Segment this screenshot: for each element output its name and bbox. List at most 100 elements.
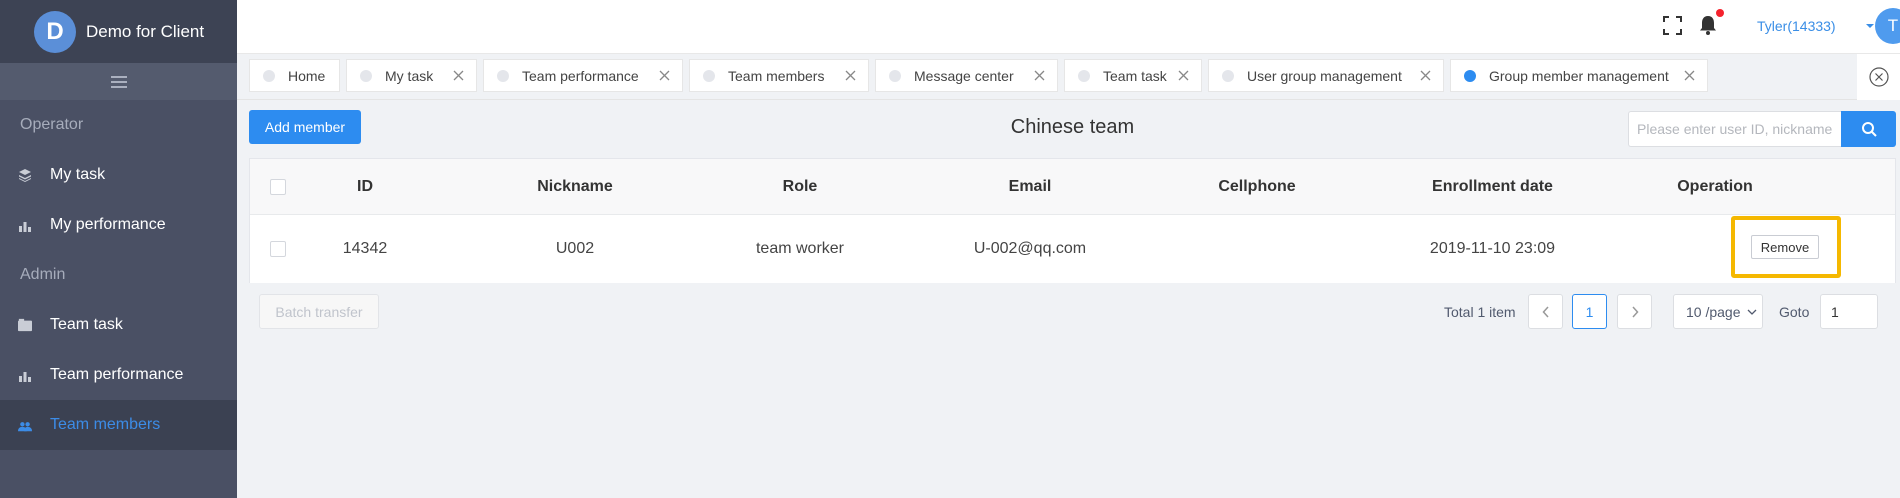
avatar[interactable]: T: [1875, 8, 1900, 44]
column-header: Role: [782, 177, 818, 195]
column-header: Enrollment date: [1432, 177, 1553, 195]
chevron-down-icon: [1747, 309, 1756, 315]
table-row: 14342 U002 team worker U-002@qq.com 2019…: [250, 215, 1895, 283]
page-number[interactable]: 1: [1572, 294, 1607, 329]
sidebar-item-label: Team performance: [50, 366, 184, 383]
column-header: Nickname: [537, 177, 613, 195]
tab-label: Team task: [1103, 67, 1167, 84]
sidebar-item-label: My performance: [50, 216, 166, 233]
layers-icon: [18, 168, 32, 182]
user-menu[interactable]: Tyler(14333): [1757, 18, 1836, 34]
chevron-down-icon[interactable]: [1866, 24, 1874, 28]
close-icon[interactable]: [1684, 70, 1695, 81]
sidebar-item-team-performance[interactable]: Team performance: [0, 350, 237, 400]
menu-toggle[interactable]: [0, 63, 237, 100]
tab-dot: [1464, 69, 1476, 82]
tab-label: Team members: [728, 67, 825, 84]
tab-group-member-management[interactable]: Group member management: [1450, 59, 1708, 92]
section-label-operator: Operator: [20, 116, 84, 133]
sidebar-item-my-task[interactable]: My task: [0, 150, 237, 200]
bar-chart-icon: [18, 368, 32, 382]
cell-nickname: U002: [555, 240, 595, 257]
tab-dot: [1078, 69, 1090, 82]
next-page-button[interactable]: [1617, 294, 1652, 329]
page-size-select[interactable]: 10 /page: [1673, 294, 1763, 329]
tab-home[interactable]: Home: [249, 59, 340, 92]
tabs-bar: Home My task Team performance Team membe…: [237, 54, 1900, 100]
sidebar-item-team-members[interactable]: Team members: [0, 400, 237, 450]
tab-label: Group member management: [1489, 67, 1669, 84]
search-icon: [1861, 122, 1877, 137]
column-header: Cellphone: [1218, 177, 1296, 195]
column-header: Operation: [1677, 177, 1753, 195]
tab-user-group-management[interactable]: User group management: [1208, 59, 1444, 92]
total-count: Total 1 item: [1444, 304, 1516, 320]
tab-message-center[interactable]: Message center: [875, 59, 1058, 92]
cell-cellphone: [1177, 215, 1337, 283]
column-header: ID: [357, 177, 373, 195]
prev-page-button[interactable]: [1528, 294, 1563, 329]
tab-my-task[interactable]: My task: [346, 59, 477, 92]
sidebar-item-team-task[interactable]: Team task: [0, 300, 237, 350]
select-all-checkbox[interactable]: [270, 159, 286, 214]
folder-icon: [18, 318, 32, 332]
brand-name: Demo for Client: [86, 21, 205, 41]
tab-label: User group management: [1247, 67, 1402, 84]
add-member-button[interactable]: Add member: [249, 110, 361, 144]
close-icon[interactable]: [453, 70, 464, 81]
cell-role: team worker: [755, 240, 845, 257]
row-checkbox[interactable]: [270, 215, 286, 283]
sidebar-item-label: Team members: [50, 416, 161, 433]
hamburger-icon[interactable]: [110, 75, 127, 88]
close-icon[interactable]: [659, 70, 670, 81]
brand: D Demo for Client: [0, 0, 237, 63]
fullscreen-icon[interactable]: [1663, 16, 1682, 35]
tab-label: Home: [288, 67, 326, 84]
members-table: ID Nickname Role Email Cellphone Enrollm…: [249, 158, 1896, 283]
tab-dot: [263, 69, 275, 82]
close-icon[interactable]: [1178, 70, 1189, 81]
tab-dot: [497, 69, 509, 82]
tab-dot: [1222, 69, 1234, 82]
sidebar-item-label: My task: [50, 166, 106, 183]
search-input[interactable]: [1628, 111, 1841, 147]
notification-badge: [1716, 9, 1724, 17]
tab-team-members[interactable]: Team members: [689, 59, 869, 92]
close-all-tabs-button[interactable]: [1857, 54, 1900, 100]
section-label-admin: Admin: [20, 266, 66, 283]
tab-dot: [360, 69, 372, 82]
cell-id: 14342: [342, 240, 388, 257]
batch-transfer-button[interactable]: Batch transfer: [259, 294, 379, 329]
sidebar-item-label: Team task: [50, 316, 123, 333]
tab-dot: [889, 69, 901, 82]
search-button[interactable]: [1841, 111, 1896, 147]
page-title: Chinese team: [1010, 116, 1135, 138]
close-icon[interactable]: [845, 70, 856, 81]
chevron-right-icon: [1631, 305, 1639, 318]
tab-label: My task: [385, 67, 434, 84]
tab-label: Message center: [914, 67, 1014, 84]
sidebar-item-my-performance[interactable]: My performance: [0, 200, 237, 250]
cell-enrollment-date: 2019-11-10 23:09: [1429, 240, 1556, 257]
close-icon[interactable]: [1420, 70, 1431, 81]
table-header: ID Nickname Role Email Cellphone Enrollm…: [250, 159, 1895, 215]
tab-team-performance[interactable]: Team performance: [483, 59, 683, 92]
bell-icon[interactable]: [1698, 14, 1718, 36]
column-header: Email: [1008, 177, 1052, 195]
page-size-value: 10 /page: [1686, 303, 1741, 320]
bar-chart-icon: [18, 218, 32, 232]
goto-label: Goto: [1779, 304, 1810, 320]
goto-page-input[interactable]: [1820, 294, 1878, 329]
tab-team-task[interactable]: Team task: [1064, 59, 1202, 92]
circle-close-icon[interactable]: [1868, 66, 1890, 88]
brand-avatar: D: [34, 10, 76, 53]
chevron-left-icon: [1541, 305, 1549, 318]
top-header: Tyler(14333) T: [237, 0, 1900, 54]
remove-button[interactable]: Remove: [1751, 235, 1819, 259]
cell-email: U-002@qq.com: [973, 240, 1087, 257]
sidebar: D Demo for Client Operator My task My pe…: [0, 0, 237, 498]
tab-dot: [703, 69, 715, 82]
tab-label: Team performance: [522, 67, 639, 84]
close-icon[interactable]: [1034, 70, 1045, 81]
users-icon: [18, 418, 32, 432]
